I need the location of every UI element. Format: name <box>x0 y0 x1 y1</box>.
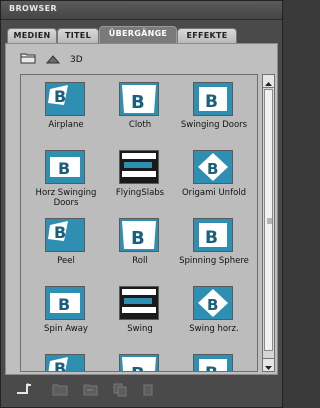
transition-item[interactable]: FlyingSlabs <box>103 146 177 216</box>
svg-text:B: B <box>205 364 218 372</box>
transition-label: Swing horz. <box>189 324 239 334</box>
transition-item[interactable]: B Swinging Doors <box>177 78 251 148</box>
svg-text:B: B <box>54 359 66 372</box>
transition-thumbnail[interactable]: B <box>119 354 159 372</box>
transition-thumbnail[interactable]: B <box>193 150 233 184</box>
tab-uebergaenge[interactable]: ÜBERGÄNGE <box>99 26 177 43</box>
send-to-timeline-icon[interactable] <box>15 381 33 397</box>
svg-text:B: B <box>54 223 66 242</box>
window-title: BROWSER <box>9 4 58 13</box>
copy-icon[interactable] <box>111 381 129 397</box>
transition-item[interactable]: Swing <box>103 282 177 352</box>
tab-medien[interactable]: MEDIEN <box>7 28 57 43</box>
grip-icon <box>267 218 272 224</box>
svg-text:B: B <box>205 228 218 248</box>
tab-titel[interactable]: TITEL <box>57 28 99 43</box>
transition-label: Airplane <box>48 120 84 130</box>
transition-item[interactable]: B Airplane <box>29 78 103 148</box>
vertical-scrollbar[interactable] <box>262 74 275 372</box>
transition-label: Swinging Doors <box>180 120 248 130</box>
window-titlebar[interactable]: BROWSER <box>1 1 282 20</box>
transition-item[interactable]: B Spin Away <box>29 282 103 352</box>
transition-label: Origami Unfold <box>181 188 247 198</box>
transition-thumbnail[interactable]: B <box>45 218 85 252</box>
svg-text:B: B <box>205 92 218 112</box>
scroll-thumb[interactable] <box>264 89 273 351</box>
transition-item[interactable]: B Horz Swinging Doors <box>29 146 103 216</box>
new-folder-icon[interactable] <box>51 381 69 397</box>
transition-thumbnail[interactable]: B <box>45 286 85 320</box>
arrow-down-icon <box>265 366 272 370</box>
transition-thumbnail[interactable]: B <box>119 218 159 252</box>
transition-label: Peel <box>57 256 75 266</box>
svg-text:B: B <box>207 296 218 314</box>
transition-label: Spinning Sphere <box>179 256 249 266</box>
transition-item[interactable]: B <box>177 350 251 372</box>
transition-label: Swing <box>127 324 153 334</box>
content-area: 3D B Airplane B Cloth B Swinging Doors B Hor… <box>5 43 278 375</box>
transition-thumbnail[interactable]: B <box>193 286 233 320</box>
transition-label: FlyingSlabs <box>115 188 165 198</box>
bottom-toolbar <box>1 379 282 407</box>
svg-text:B: B <box>131 228 145 249</box>
transition-thumbnail[interactable] <box>119 286 159 320</box>
folder-icon[interactable] <box>20 52 36 64</box>
svg-text:B: B <box>131 364 145 372</box>
svg-text:B: B <box>131 92 145 113</box>
up-level-icon[interactable] <box>46 54 60 64</box>
move-folder-icon[interactable] <box>81 381 99 397</box>
transition-thumbnail[interactable]: B <box>45 150 85 184</box>
transition-item[interactable]: B Origami Unfold <box>177 146 251 216</box>
transition-thumbnail[interactable]: B <box>193 218 233 252</box>
transition-item[interactable]: B Cloth <box>103 78 177 148</box>
transitions-grid: B Airplane B Cloth B Swinging Doors B Horz S… <box>20 74 258 372</box>
transition-item[interactable]: B <box>103 350 177 372</box>
scroll-down-button[interactable] <box>263 358 274 371</box>
svg-text:B: B <box>54 87 66 106</box>
svg-text:B: B <box>207 160 218 178</box>
transition-label: Roll <box>132 256 148 266</box>
transition-item[interactable]: B Swing horz. <box>177 282 251 352</box>
transition-thumbnail[interactable] <box>119 150 159 184</box>
transition-thumbnail[interactable]: B <box>45 82 85 116</box>
transition-item[interactable]: B <box>29 350 103 372</box>
scroll-up-button[interactable] <box>263 75 274 88</box>
trash-icon[interactable] <box>139 381 157 397</box>
transition-thumbnail[interactable]: B <box>45 354 85 372</box>
browser-panel: BROWSER MEDIEN TITEL ÜBERGÄNGE EFFEKTE 3… <box>0 0 283 408</box>
transition-item[interactable]: B Spinning Sphere <box>177 214 251 284</box>
tab-effekte[interactable]: EFFEKTE <box>177 28 237 43</box>
svg-text:B: B <box>58 159 70 178</box>
svg-text:B: B <box>58 295 70 314</box>
content-toolbar: 3D <box>6 44 277 70</box>
transition-label: Spin Away <box>44 324 88 334</box>
transition-label: Cloth <box>128 120 152 130</box>
category-3d-label: 3D <box>70 55 83 65</box>
transition-thumbnail[interactable]: B <box>119 82 159 116</box>
transition-item[interactable]: B Peel <box>29 214 103 284</box>
transition-thumbnail[interactable]: B <box>193 82 233 116</box>
transition-label: Horz Swinging Doors <box>35 188 97 208</box>
transition-item[interactable]: B Roll <box>103 214 177 284</box>
transition-thumbnail[interactable]: B <box>193 354 233 372</box>
